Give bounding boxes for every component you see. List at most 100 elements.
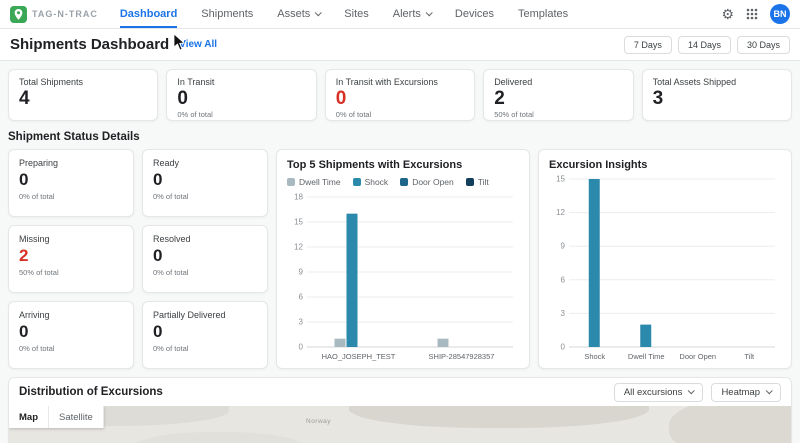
- status-card-arriving: Arriving 0 0% of total: [8, 301, 134, 369]
- status-value: 0: [19, 322, 29, 341]
- brand-name: TAG-N-TRAC: [32, 9, 98, 19]
- top5-excursions-chart-card: Top 5 Shipments with Excursions Dwell Ti…: [276, 149, 530, 369]
- stat-label: Total Shipments: [19, 77, 84, 87]
- svg-text:0: 0: [299, 343, 304, 352]
- status-label: Preparing: [19, 158, 59, 168]
- map-view-mode-label: Heatmap: [721, 386, 760, 398]
- svg-text:HAO_JOSEPH_TEST: HAO_JOSEPH_TEST: [322, 352, 396, 361]
- section-title-status-details: Shipment Status Details: [8, 131, 140, 143]
- nav-item-label: Alerts: [392, 8, 421, 20]
- status-card-missing: Missing 2 50% of total: [8, 225, 134, 293]
- stat-value: 4: [19, 88, 30, 109]
- excursion-filter-dropdown[interactable]: All excursions: [613, 382, 704, 402]
- svg-text:6: 6: [299, 293, 304, 302]
- map-country-label: Norway: [306, 418, 332, 425]
- nav-item-sites[interactable]: Sites: [344, 0, 368, 28]
- page-header: Shipments Dashboard View All 7 Days 14 D…: [0, 29, 800, 61]
- nav-item-label: Dashboard: [119, 8, 178, 20]
- svg-text:12: 12: [556, 208, 565, 217]
- stat-card-delivered: Delivered 2 50% of total: [483, 69, 634, 121]
- legend-swatch: [287, 178, 295, 186]
- range-14days-button[interactable]: 14 Days: [677, 35, 731, 54]
- nav-item-alerts[interactable]: Alerts: [392, 0, 433, 28]
- range-buttons: 7 Days 14 Days 30 Days: [623, 35, 790, 54]
- status-card-preparing: Preparing 0 0% of total: [8, 149, 134, 217]
- map-view-mode-dropdown[interactable]: Heatmap: [711, 382, 781, 402]
- svg-text:15: 15: [294, 218, 303, 227]
- top-nav: TAG-N-TRAC Dashboard Shipments Assets Si…: [0, 0, 800, 29]
- distribution-title: Distribution of Excursions: [19, 386, 163, 398]
- legend-item[interactable]: Door Open: [400, 177, 454, 187]
- brand[interactable]: TAG-N-TRAC: [10, 0, 98, 28]
- stat-card-total-assets: Total Assets Shipped 3: [641, 69, 792, 121]
- map-canvas[interactable]: Norway Map Satellite: [9, 406, 791, 443]
- stat-card-in-transit-excursions: In Transit with Excursions 0 0% of total: [324, 69, 476, 121]
- legend-item[interactable]: Tilt: [465, 177, 489, 187]
- status-sub: 0% of total: [19, 344, 55, 353]
- legend-item[interactable]: Shock: [352, 177, 388, 187]
- nav-item-dashboard[interactable]: Dashboard: [119, 0, 178, 28]
- gear-icon[interactable]: ⚙: [721, 7, 734, 21]
- chevron-down-icon: [314, 8, 323, 16]
- stat-label: Delivered: [494, 77, 533, 87]
- svg-text:SHIP-28547928357: SHIP-28547928357: [429, 352, 495, 361]
- stats-row: Total Shipments 4 In Transit 0 0% of tot…: [8, 69, 792, 121]
- map-tab-satellite[interactable]: Satellite: [49, 406, 104, 428]
- distribution-header: Distribution of Excursions All excursion…: [9, 378, 791, 406]
- status-label: Ready: [153, 158, 180, 168]
- map-tab-map[interactable]: Map: [9, 406, 49, 428]
- legend-item[interactable]: Dwell Time: [287, 177, 341, 187]
- nav-item-label: Assets: [277, 8, 311, 20]
- map-type-control: Map Satellite: [9, 406, 104, 428]
- nav-item-templates[interactable]: Templates: [518, 0, 568, 28]
- distribution-controls: All excursions Heatmap: [613, 382, 781, 402]
- status-card-resolved: Resolved 0 0% of total: [142, 225, 268, 293]
- stat-sub: 50% of total: [494, 109, 534, 119]
- nav-item-shipments[interactable]: Shipments: [201, 0, 253, 28]
- svg-text:0: 0: [561, 343, 566, 352]
- stat-value: 0: [177, 88, 188, 109]
- svg-text:18: 18: [294, 193, 303, 202]
- chart-title: Excursion Insights: [549, 159, 648, 171]
- nav-item-label: Sites: [344, 8, 369, 20]
- apps-grid-icon[interactable]: [746, 8, 758, 20]
- range-7days-button[interactable]: 7 Days: [623, 35, 672, 54]
- nav-item-label: Templates: [518, 8, 569, 20]
- stat-sub: 0% of total: [177, 109, 213, 119]
- main-grid: Preparing 0 0% of total Ready 0 0% of to…: [8, 149, 792, 369]
- status-label: Resolved: [153, 234, 191, 244]
- status-sub: 0% of total: [153, 268, 189, 277]
- range-30days-button[interactable]: 30 Days: [736, 35, 790, 54]
- status-sub: 0% of total: [19, 192, 55, 201]
- status-label: Missing: [19, 234, 50, 244]
- status-card-ready: Ready 0 0% of total: [142, 149, 268, 217]
- chevron-down-icon: [765, 386, 773, 394]
- stat-value: 3: [652, 88, 664, 109]
- distribution-section: Distribution of Excursions All excursion…: [8, 377, 792, 443]
- svg-text:6: 6: [561, 275, 566, 284]
- map-landmass: [129, 432, 309, 443]
- bar-chart-svg: 0 3 6 9 12 15 18 HAO_JOSEPH_TEST SHIP-2854792835…: [294, 193, 513, 361]
- svg-text:3: 3: [561, 309, 566, 318]
- legend-swatch: [465, 178, 474, 186]
- excursion-insights-chart-card: Excursion Insights 0 3 6 9 12 15 Shock Dwell Ti…: [538, 149, 792, 369]
- svg-text:Dwell Time: Dwell Time: [628, 352, 665, 361]
- svg-text:12: 12: [294, 243, 303, 252]
- map-landmass: [349, 406, 649, 428]
- excursion-insights-chart-plot: 0 3 6 9 12 15 Shock Dwell Time Door Open Tilt: [549, 171, 781, 362]
- legend-swatch: [352, 178, 361, 186]
- status-label: Arriving: [19, 310, 50, 320]
- nav-item-assets[interactable]: Assets: [277, 0, 323, 28]
- status-value: 0: [153, 246, 163, 265]
- svg-text:3: 3: [299, 318, 304, 327]
- status-sub: 0% of total: [153, 192, 189, 201]
- page-title: Shipments Dashboard: [10, 36, 170, 53]
- avatar[interactable]: BN: [770, 4, 790, 24]
- svg-text:9: 9: [561, 242, 566, 251]
- view-all-link[interactable]: View All: [179, 39, 217, 50]
- map-landmass: [669, 406, 791, 443]
- stat-value: 2: [494, 88, 505, 109]
- status-value: 2: [19, 246, 29, 265]
- status-label: Partially Delivered: [153, 310, 226, 320]
- nav-item-devices[interactable]: Devices: [455, 0, 494, 28]
